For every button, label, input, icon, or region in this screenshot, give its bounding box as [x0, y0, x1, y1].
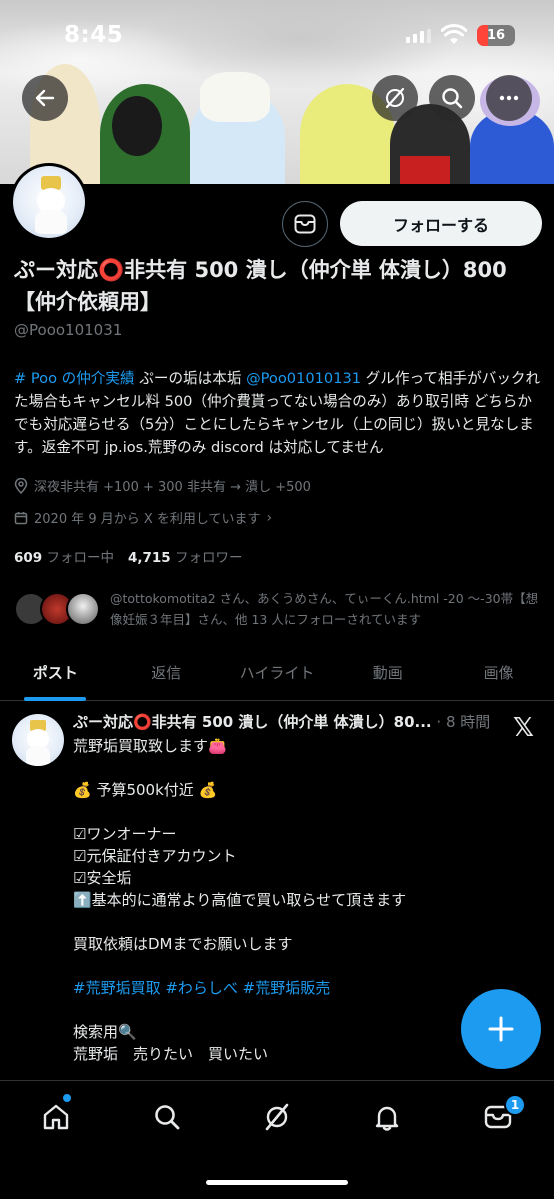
tab-videos[interactable]: 動画 — [332, 645, 443, 700]
post-line — [73, 757, 533, 779]
banner-character — [400, 156, 450, 184]
wifi-icon — [441, 24, 467, 44]
following-link[interactable]: 609 フォロー中 — [14, 546, 114, 566]
location-text: 深夜非共有 +100 + 300 非共有 → 潰し +500 — [34, 480, 311, 495]
profile-joined[interactable]: 2020 年 9 月から X を利用しています › — [14, 508, 272, 527]
tab-replies[interactable]: 返信 — [111, 645, 222, 700]
banner-character — [112, 96, 162, 156]
profile-name: ぷー対応⭕非共有 500 潰し（仲介単 体潰し）800【仲介依頼用】 — [14, 258, 507, 314]
post-line: ⬆️基本的に通常より高値で買い取らせて頂きます — [73, 891, 407, 909]
follow-button[interactable]: フォローする — [340, 201, 542, 246]
mail-icon — [294, 214, 316, 234]
post-line: ☑ワンオーナー — [73, 825, 177, 843]
post-line: ☑元保証付きアカウント — [73, 847, 237, 865]
post-line: 買取依頼はDMまでお願いします — [73, 935, 293, 953]
post-line — [73, 911, 533, 933]
followers-you-know[interactable]: @tottokomotita2 さん、あくうめさん、てぃーくん.html -20… — [14, 588, 554, 632]
cellular-signal-icon — [406, 29, 431, 43]
plus-icon — [488, 1016, 514, 1042]
search-icon — [442, 88, 463, 109]
home-unread-dot — [63, 1094, 71, 1102]
tab-highlights[interactable]: ハイライト — [222, 645, 333, 700]
bio-text: ぷーの垢は本垢 — [134, 370, 247, 387]
nav-home[interactable] — [34, 1095, 78, 1139]
post-time[interactable]: · 8 時間 — [436, 713, 490, 731]
grok-icon — [265, 1103, 289, 1131]
profile-bio: # Poo の仲介実績 ぷーの垢は本垢 @Poo01010131 グル作って相手… — [14, 367, 544, 459]
post-author-name[interactable]: ぷー対応⭕非共有 500 潰し（仲介単 体潰し）80... — [73, 713, 432, 731]
profile-handle: @Pooo101031 — [14, 321, 123, 339]
calendar-icon — [14, 511, 28, 524]
post-line — [73, 955, 533, 977]
banner-character — [200, 72, 270, 122]
bio-mention[interactable]: @Poo01010131 — [246, 370, 361, 387]
back-arrow-icon — [35, 89, 55, 107]
profile-avatar[interactable] — [10, 163, 88, 241]
chevron-right-icon: › — [266, 509, 273, 526]
nav-notifications[interactable] — [365, 1095, 409, 1139]
followers-link[interactable]: 4,715 フォロワー — [128, 546, 243, 566]
joined-text: 2020 年 9 月から X を利用しています — [34, 512, 261, 527]
post-line: 💰 予算500k付近 💰 — [73, 781, 218, 799]
followed-by-text: @tottokomotita2 さん、あくうめさん、てぃーくん.html -20… — [110, 591, 539, 627]
profile-tabs: ポスト 返信 ハイライト 動画 画像 — [0, 645, 554, 701]
home-icon — [43, 1104, 69, 1130]
follow-stats: 609 フォロー中 4,715 フォロワー — [14, 546, 242, 566]
post-hashtags[interactable]: #荒野垢買取 #わらしべ #荒野垢販売 — [73, 977, 533, 999]
home-indicator — [206, 1180, 348, 1185]
bio-hashtag[interactable]: # Poo の仲介実績 — [14, 370, 135, 387]
message-button[interactable] — [282, 201, 328, 247]
back-button[interactable] — [22, 75, 68, 121]
compose-button[interactable] — [461, 989, 541, 1069]
location-pin-icon — [14, 477, 28, 494]
post-author-avatar[interactable] — [12, 714, 64, 766]
messages-badge: 1 — [504, 1094, 526, 1116]
battery-icon: 16 — [477, 25, 515, 46]
post-line: ☑安全垢 — [73, 869, 132, 887]
post-header: ぷー対応⭕非共有 500 潰し（仲介単 体潰し）80... · 8 時間 — [73, 711, 498, 732]
search-button[interactable] — [429, 75, 475, 121]
nav-grok[interactable] — [255, 1095, 299, 1139]
grok-button[interactable] — [372, 75, 418, 121]
search-icon — [155, 1105, 180, 1130]
tab-posts[interactable]: ポスト — [0, 645, 111, 700]
status-bar: 8:45 16 — [0, 0, 554, 72]
tab-media[interactable]: 画像 — [443, 645, 554, 700]
more-button[interactable] — [486, 75, 532, 121]
nav-search[interactable] — [145, 1095, 189, 1139]
follower-avatar — [66, 592, 100, 626]
profile-location: 深夜非共有 +100 + 300 非共有 → 潰し +500 — [14, 476, 311, 495]
more-dots-icon — [499, 95, 519, 101]
post-line — [73, 801, 533, 823]
post-line: 荒野垢買取致します👛 — [73, 737, 227, 755]
clock: 8:45 — [64, 22, 124, 48]
bell-icon — [375, 1106, 399, 1131]
slash-circle-icon — [385, 87, 405, 109]
